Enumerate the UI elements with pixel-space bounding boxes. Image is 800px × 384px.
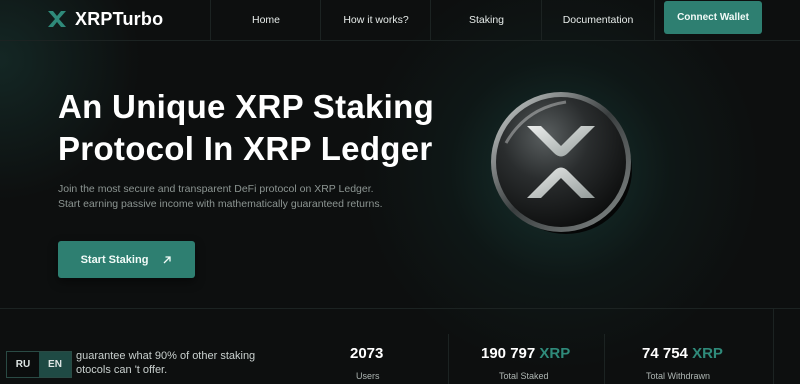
total-staked-label: Total Staked <box>499 371 549 381</box>
xrp-logo-icon <box>48 11 66 27</box>
connect-wallet-button[interactable]: Connect Wallet <box>664 1 762 34</box>
guarantee-text: guarantee what 90% of other staking otoc… <box>76 349 286 377</box>
total-withdrawn-unit: XRP <box>692 345 723 362</box>
total-withdrawn-value: 74 754 XRP <box>642 345 723 362</box>
hero-desc-line1: Join the most secure and transparent DeF… <box>58 183 374 195</box>
nav-staking[interactable]: Staking <box>430 0 542 40</box>
users-count: 2073 <box>350 345 384 362</box>
total-withdrawn-number: 74 754 <box>642 345 688 362</box>
hero-title-line2: Protocol In XRP Ledger <box>58 130 433 167</box>
total-staked-unit: XRP <box>539 345 571 362</box>
lang-en-button[interactable]: EN <box>39 352 71 377</box>
xrp-coin-image <box>491 92 632 234</box>
arrow-up-right-icon <box>163 255 172 263</box>
top-navbar: XRPTurbo Home How it works? Staking Docu… <box>0 0 800 41</box>
lang-ru-button[interactable]: RU <box>7 352 39 377</box>
nav-home[interactable]: Home <box>210 0 321 40</box>
nav-how-it-works[interactable]: How it works? <box>320 0 431 40</box>
hero-description: Join the most secure and transparent DeF… <box>58 182 438 212</box>
nav-documentation[interactable]: Documentation <box>541 0 655 40</box>
stats-divider-3 <box>773 309 774 384</box>
start-staking-label: Start Staking <box>80 253 149 266</box>
total-withdrawn-label: Total Withdrawn <box>646 371 711 381</box>
hero-title: An Unique XRP Staking Protocol In XRP Le… <box>58 86 478 170</box>
brand-name: XRPTurbo <box>75 8 164 29</box>
stats-divider-2 <box>604 334 605 384</box>
hero-desc-line2: Start earning passive income with mathem… <box>58 198 383 210</box>
guarantee-line1: guarantee what 90% of other staking <box>76 350 256 362</box>
total-staked-value: 190 797 XRP <box>481 345 570 362</box>
language-switcher: RU EN <box>6 351 72 378</box>
brand-logo[interactable]: XRPTurbo <box>47 8 163 30</box>
guarantee-line2: otocols can 't offer. <box>76 364 168 376</box>
users-label: Users <box>356 371 380 381</box>
start-staking-button[interactable]: Start Staking <box>58 241 195 278</box>
total-staked-number: 190 797 <box>481 345 536 362</box>
stats-divider-1 <box>448 334 449 384</box>
stats-divider <box>0 308 800 309</box>
hero-title-line1: An Unique XRP Staking <box>58 88 435 125</box>
